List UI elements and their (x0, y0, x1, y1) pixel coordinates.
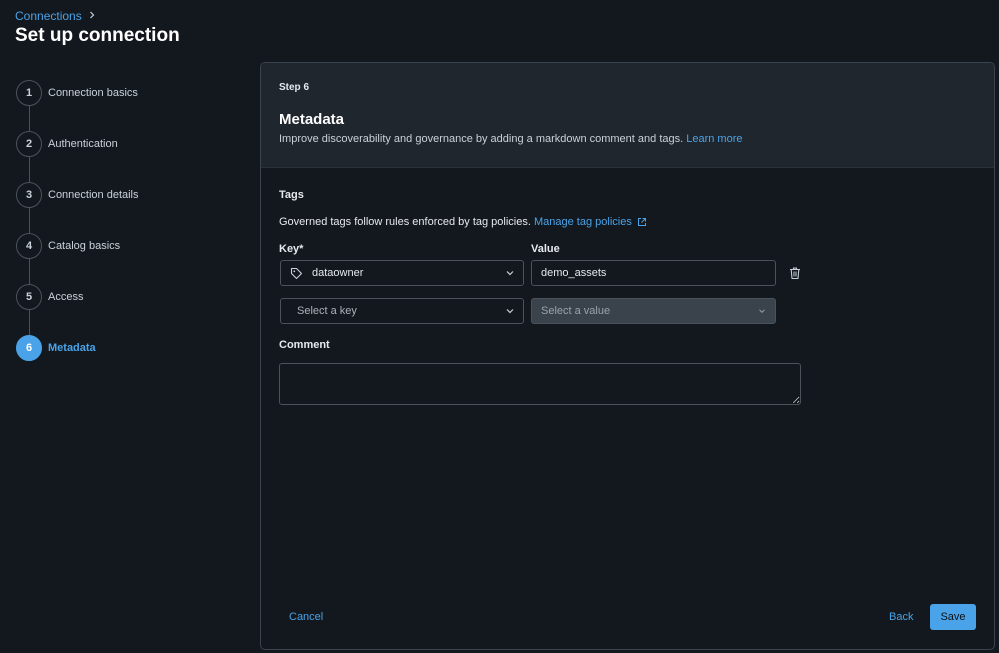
breadcrumb-connections-link[interactable]: Connections (15, 9, 82, 23)
tag-key-select[interactable]: dataowner (280, 260, 524, 286)
step-number: 1 (16, 80, 42, 106)
stepper: 1 Connection basics 2 Authentication 3 C… (16, 80, 236, 386)
external-link-icon (637, 217, 647, 230)
manage-tag-policies-link[interactable]: Manage tag policies (534, 216, 647, 228)
step-access[interactable]: 5 Access (16, 284, 236, 335)
value-placeholder: Select a value (541, 305, 611, 317)
breadcrumb: Connections (15, 9, 96, 23)
trash-icon[interactable] (788, 266, 802, 285)
step-connector (29, 310, 30, 335)
tags-description: Governed tags follow rules enforced by t… (279, 216, 647, 230)
step-tag: Step 6 (279, 82, 310, 93)
step-label[interactable]: Metadata (48, 335, 96, 361)
step-number: 3 (16, 182, 42, 208)
key-label: Key* (279, 243, 304, 255)
new-tag-value-select: Select a value (531, 298, 776, 324)
metadata-panel: Step 6 Metadata Improve discoverability … (260, 62, 995, 650)
step-number: 5 (16, 284, 42, 310)
step-label[interactable]: Catalog basics (48, 233, 120, 259)
tag-icon (290, 267, 303, 280)
comment-label: Comment (279, 339, 330, 351)
learn-more-link[interactable]: Learn more (686, 133, 742, 145)
tag-key-value: dataowner (312, 267, 364, 279)
step-connector (29, 259, 30, 284)
value-label: Value (531, 243, 560, 255)
chevron-down-icon (505, 306, 515, 319)
tags-description-text: Governed tags follow rules enforced by t… (279, 216, 531, 228)
step-label[interactable]: Authentication (48, 131, 118, 157)
panel-header: Step 6 Metadata Improve discoverability … (261, 63, 994, 168)
tag-value-input[interactable] (531, 260, 776, 286)
step-number: 4 (16, 233, 42, 259)
comment-textarea[interactable] (279, 363, 801, 405)
step-label[interactable]: Connection basics (48, 80, 138, 106)
step-connection-details[interactable]: 3 Connection details (16, 182, 236, 233)
step-connector (29, 208, 30, 233)
description-text: Improve discoverability and governance b… (279, 133, 684, 145)
chevron-down-icon (505, 268, 515, 281)
page-title: Set up connection (15, 25, 180, 46)
step-label[interactable]: Access (48, 284, 83, 310)
panel-description: Improve discoverability and governance b… (279, 133, 976, 145)
tags-section-title: Tags (279, 189, 304, 201)
step-metadata[interactable]: 6 Metadata (16, 335, 236, 386)
save-button[interactable]: Save (930, 604, 976, 630)
step-number: 6 (16, 335, 42, 361)
step-number: 2 (16, 131, 42, 157)
step-authentication[interactable]: 2 Authentication (16, 131, 236, 182)
step-connector (29, 106, 30, 131)
back-button[interactable]: Back (889, 611, 913, 623)
step-connection-basics[interactable]: 1 Connection basics (16, 80, 236, 131)
key-placeholder: Select a key (297, 305, 357, 317)
step-catalog-basics[interactable]: 4 Catalog basics (16, 233, 236, 284)
new-tag-key-select[interactable]: Select a key (280, 298, 524, 324)
panel-title: Metadata (279, 111, 345, 128)
chevron-right-icon (88, 10, 96, 22)
chevron-down-icon (757, 306, 767, 319)
step-connector (29, 157, 30, 182)
cancel-button[interactable]: Cancel (289, 611, 323, 623)
manage-tag-policies-label: Manage tag policies (533, 216, 632, 228)
step-label[interactable]: Connection details (48, 182, 139, 208)
